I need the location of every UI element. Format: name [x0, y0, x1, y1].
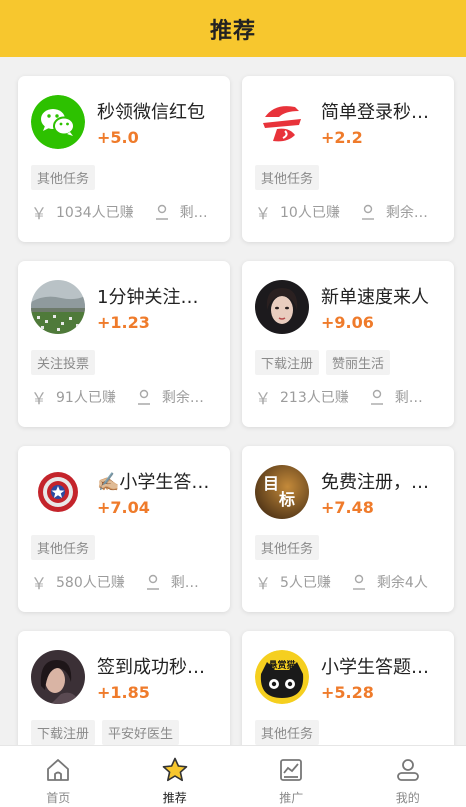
- tab-promote[interactable]: 推广: [233, 746, 350, 807]
- task-reward: +7.04: [97, 498, 150, 517]
- task-title: 签到成功秒…: [97, 657, 205, 678]
- task-card[interactable]: 签到成功秒… +1.85 下载注册 平安好医生: [18, 631, 230, 745]
- avatar-text: 目: [263, 474, 279, 493]
- earned-count: 5人已赚: [280, 575, 331, 591]
- task-reward: +2.2: [321, 128, 363, 147]
- remaining-count: 剩…: [170, 575, 199, 591]
- task-tag: 其他任务: [255, 720, 320, 745]
- tab-label: 推荐: [162, 791, 187, 805]
- avatar-text: 悬赏猫: [267, 659, 295, 671]
- page-title: 推荐: [209, 18, 256, 44]
- remaining-count: 剩余…: [161, 390, 204, 406]
- chart-icon: [277, 756, 305, 784]
- bottom-tab-bar: 首页 推荐 推广 我的: [0, 745, 466, 807]
- task-stats: ￥ 10人已赚 剩余…: [255, 202, 447, 222]
- yen-icon: ￥: [255, 204, 272, 222]
- task-card[interactable]: 1分钟关注… +1.23 关注投票 ￥ 91人已赚 剩余…: [18, 261, 230, 427]
- task-tag: 关注投票: [31, 350, 96, 375]
- yen-icon: ￥: [255, 574, 272, 592]
- tab-recommend[interactable]: 推荐: [117, 746, 234, 807]
- task-title: 小学生答题…: [321, 657, 429, 678]
- tab-mine[interactable]: 我的: [350, 746, 466, 807]
- yen-icon: ￥: [255, 389, 272, 407]
- yen-icon: ￥: [31, 574, 48, 592]
- task-title: ✍🏼小学生答…: [97, 472, 210, 493]
- task-tag: 下载注册: [255, 350, 320, 375]
- tab-label: 我的: [395, 791, 420, 805]
- person-icon: [351, 574, 367, 590]
- task-card[interactable]: 悬赏猫 小学生答题… +5.28 其他任务: [242, 631, 454, 745]
- task-card[interactable]: ✍🏼小学生答… +7.04 其他任务 ￥ 580人已赚 剩…: [18, 446, 230, 612]
- earned-count: 91人已赚: [56, 390, 116, 406]
- task-title: 新单速度来人: [321, 287, 429, 308]
- task-title: 简单登录秒…: [321, 102, 429, 123]
- task-reward: +7.48: [321, 498, 374, 517]
- remaining-count: 剩…: [394, 390, 423, 406]
- task-tag: 其他任务: [31, 165, 96, 190]
- task-title: 秒领微信红包: [97, 102, 205, 123]
- earned-count: 10人已赚: [280, 205, 340, 221]
- person-icon: [154, 204, 170, 220]
- portrait-photo-icon: [31, 650, 85, 704]
- target-text-logo-icon: 目 标: [255, 465, 309, 519]
- remaining-count: 剩余…: [385, 205, 428, 221]
- task-stats: ￥ 580人已赚 剩…: [31, 572, 223, 592]
- task-stats: ￥ 91人已赚 剩余…: [31, 387, 223, 407]
- user-icon: [394, 756, 422, 784]
- task-tag: 其他任务: [31, 535, 96, 560]
- task-reward: +1.85: [97, 683, 150, 702]
- person-icon: [369, 389, 385, 405]
- top-header: 推荐: [0, 0, 466, 57]
- portrait-photo-icon: [255, 280, 309, 334]
- person-icon: [145, 574, 161, 590]
- star-icon: [161, 756, 189, 784]
- task-stats: ￥ 5人已赚 剩余4人: [255, 572, 447, 592]
- task-tag: 下载注册: [31, 720, 96, 745]
- task-card[interactable]: 新单速度来人 +9.06 下载注册 赞丽生活 ￥ 213人已赚 剩…: [242, 261, 454, 427]
- yen-icon: ￥: [31, 204, 48, 222]
- remaining-count: 剩…: [179, 205, 208, 221]
- captain-shield-logo-icon: [31, 465, 85, 519]
- task-card[interactable]: 秒领微信红包 +5.0 其他任务 ￥ 1034人已赚 剩…: [18, 76, 230, 242]
- tab-home[interactable]: 首页: [0, 746, 117, 807]
- person-icon: [360, 204, 376, 220]
- task-title: 免费注册，…: [321, 472, 429, 493]
- earned-count: 580人已赚: [56, 575, 125, 591]
- home-icon: [44, 756, 72, 784]
- landscape-photo-icon: [31, 280, 85, 334]
- task-tag: 其他任务: [255, 535, 320, 560]
- task-tag: 其他任务: [255, 165, 320, 190]
- red-brand-logo-icon: [255, 95, 309, 149]
- task-stats: ￥ 1034人已赚 剩…: [31, 202, 223, 222]
- person-icon: [136, 389, 152, 405]
- task-reward: +5.0: [97, 128, 139, 147]
- wechat-logo-icon: [31, 95, 85, 149]
- task-stats: ￥ 213人已赚 剩…: [255, 387, 447, 407]
- task-title: 1分钟关注…: [97, 287, 199, 308]
- tab-label: 首页: [46, 791, 71, 805]
- task-tag: 平安好医生: [102, 720, 180, 745]
- earned-count: 1034人已赚: [56, 205, 134, 221]
- yen-icon: ￥: [31, 389, 48, 407]
- task-card[interactable]: 简单登录秒… +2.2 其他任务 ￥ 10人已赚 剩余…: [242, 76, 454, 242]
- task-tag: 赞丽生活: [326, 350, 391, 375]
- task-reward: +1.23: [97, 313, 150, 332]
- task-reward: +9.06: [321, 313, 374, 332]
- earned-count: 213人已赚: [280, 390, 349, 406]
- bounty-cat-logo-icon: 悬赏猫: [255, 650, 309, 704]
- task-card[interactable]: 目 标 免费注册，… +7.48 其他任务 ￥ 5人已赚 剩余4人: [242, 446, 454, 612]
- avatar-text: 标: [278, 490, 295, 509]
- task-reward: +5.28: [321, 683, 374, 702]
- task-grid[interactable]: 秒领微信红包 +5.0 其他任务 ￥ 1034人已赚 剩… 简单登录秒… +2.…: [0, 57, 466, 745]
- remaining-count: 剩余4人: [376, 575, 428, 591]
- tab-label: 推广: [279, 791, 304, 805]
